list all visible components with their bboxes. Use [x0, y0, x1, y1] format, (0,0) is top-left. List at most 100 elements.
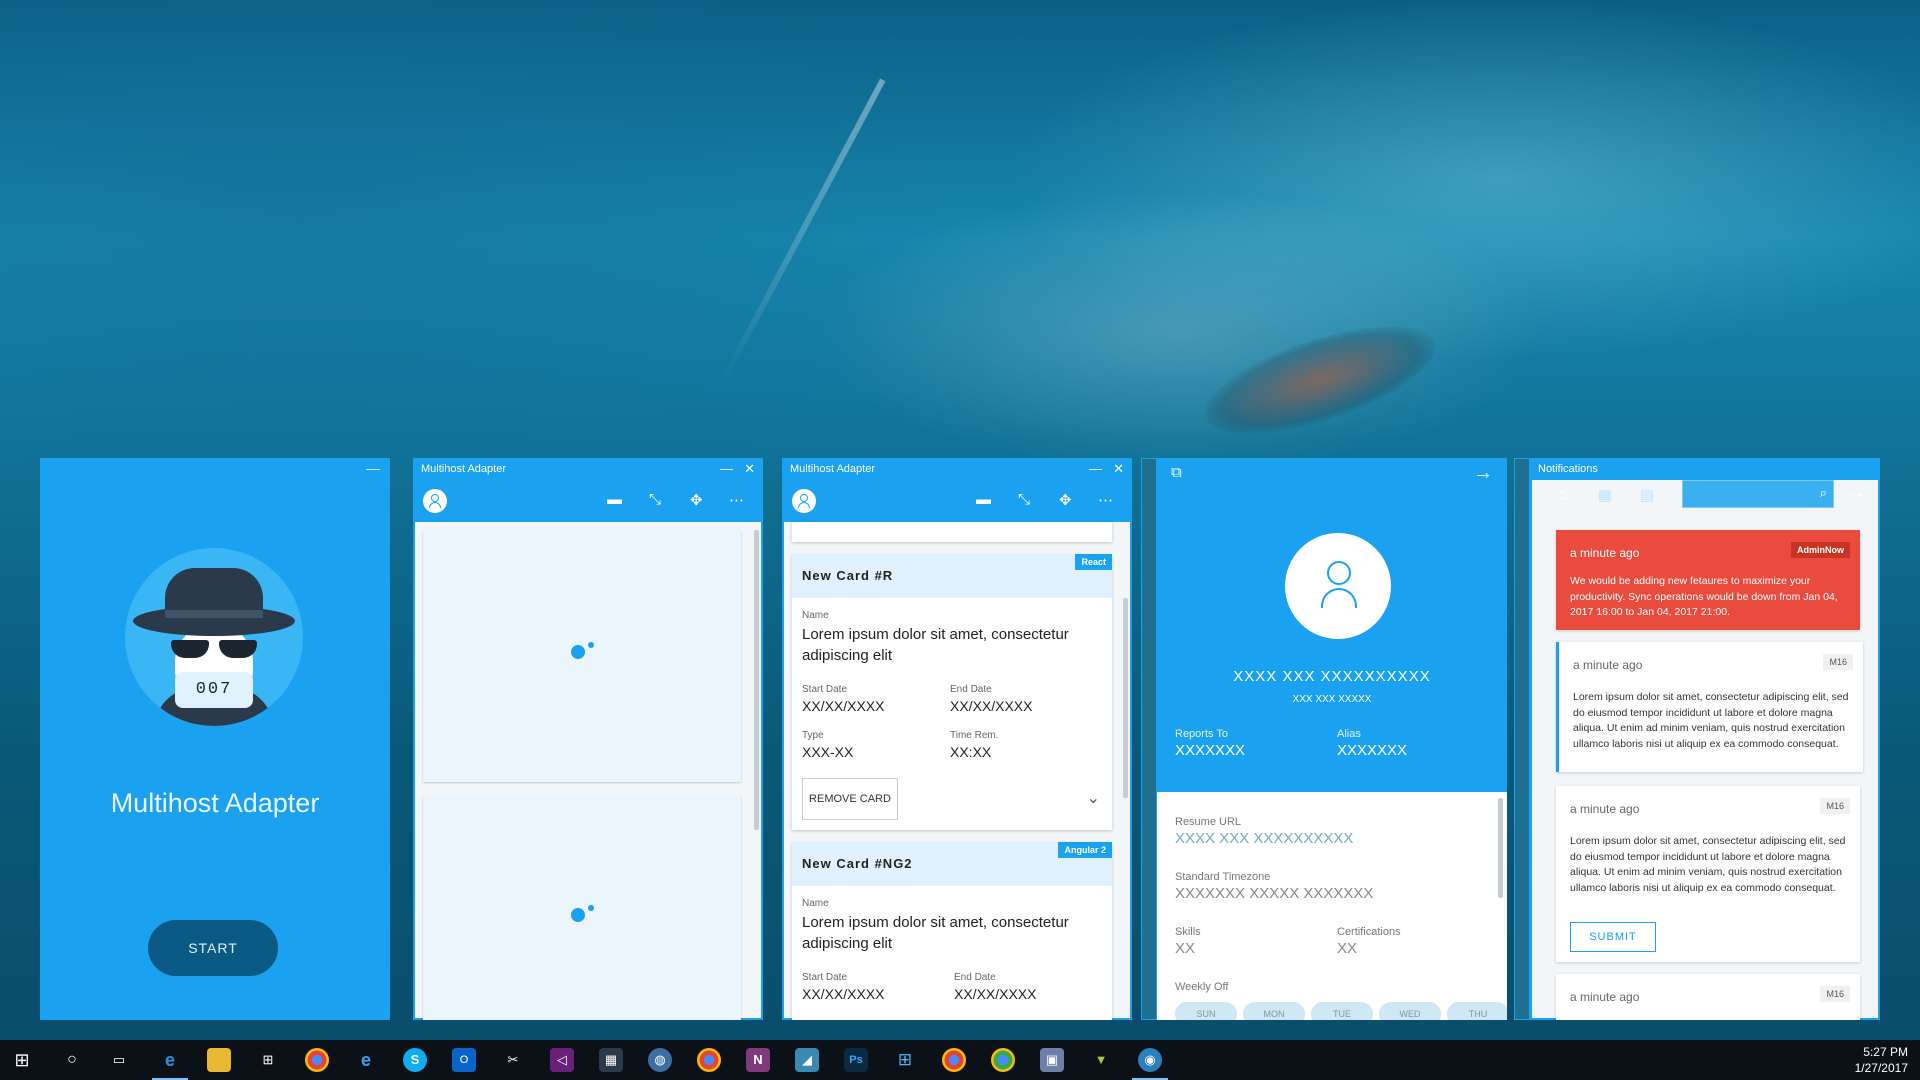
chrome-icon[interactable]	[991, 1048, 1015, 1072]
teams-icon[interactable]: ▦	[599, 1048, 623, 1072]
taskbar: ⊞ ○ ▭ e ⊞ e S O ✂ ◁ ▦ ◍ N ◢ Ps ⊞ ▣ ▼ ◉ 5…	[0, 1040, 1920, 1080]
app-toolbar: ▬ ⤡ ✥ ⋯	[413, 480, 763, 522]
name-label: Name	[802, 898, 829, 909]
arrow-right-icon[interactable]: →	[1848, 482, 1866, 503]
app-icon[interactable]: ◉	[1138, 1048, 1162, 1072]
resume-url-label: Resume URL	[1175, 816, 1242, 828]
archive-icon[interactable]: ▤	[1640, 486, 1654, 504]
notifications-window[interactable]: Notifications ⌂ ▦ ▤ ⌕ → a minute ago Adm…	[1530, 458, 1880, 1020]
arrow-right-icon[interactable]: →	[1473, 462, 1493, 485]
android-icon[interactable]: ▼	[1089, 1048, 1113, 1072]
close-icon[interactable]: ✕	[744, 458, 755, 480]
loading-spinner	[571, 908, 585, 922]
minimize-button[interactable]: —	[366, 460, 380, 476]
avatar-icon[interactable]	[423, 489, 447, 513]
ie-icon[interactable]: e	[354, 1048, 378, 1072]
splash-window[interactable]: — 007 Multihost Adapter START	[40, 458, 390, 1020]
chevron-down-icon[interactable]: ⌄	[1087, 788, 1100, 808]
chrome-icon[interactable]	[305, 1048, 329, 1072]
window-title: Multihost Adapter	[421, 463, 506, 475]
time-remaining-label: Time Rem.	[950, 730, 999, 741]
home-icon[interactable]: ⌂	[1558, 486, 1567, 503]
resume-url-value[interactable]: XXXX XXX XXXXXXXXXX	[1175, 830, 1353, 847]
start-button[interactable]: START	[148, 920, 278, 976]
windows-start-icon[interactable]: ⊞	[10, 1048, 34, 1072]
weekly-off-label: Weekly Off	[1175, 981, 1229, 993]
edge-icon[interactable]: e	[158, 1048, 182, 1072]
window-titlebar[interactable]: Multihost Adapter — ✕	[413, 458, 763, 480]
framework-badge: Angular 2	[1058, 842, 1112, 858]
minimize-icon[interactable]: —	[720, 458, 733, 480]
certifications-label: Certifications	[1337, 926, 1401, 938]
notification-time: a minute ago	[1570, 990, 1640, 1004]
chat-icon[interactable]: ▬	[976, 491, 991, 508]
minimize-icon[interactable]: —	[1089, 458, 1102, 480]
system-clock[interactable]: 5:27 PM 1/27/2017	[1855, 1044, 1908, 1076]
notification-message: Lorem ipsum dolor sit amet, consectetur …	[1570, 835, 1846, 894]
close-icon[interactable]: ✕	[1113, 458, 1124, 480]
task-view-icon[interactable]: ▭	[107, 1048, 131, 1072]
file-explorer-icon[interactable]	[207, 1048, 231, 1072]
remote-desktop-icon[interactable]: ▣	[1040, 1048, 1064, 1072]
more-icon[interactable]: ⋯	[729, 491, 744, 509]
more-icon[interactable]: ⋯	[1098, 491, 1113, 509]
collapse-icon[interactable]: ⤡	[649, 491, 661, 508]
snipping-icon[interactable]: ✂	[501, 1048, 525, 1072]
start-date-label: Start Date	[802, 684, 848, 695]
avatar-icon[interactable]	[792, 489, 816, 513]
chrome-icon[interactable]	[697, 1048, 721, 1072]
store-icon[interactable]: ⊞	[256, 1048, 280, 1072]
chat-icon[interactable]: ▬	[607, 491, 622, 508]
paint-icon[interactable]: ◢	[795, 1048, 819, 1072]
day-chip-thu[interactable]: THU	[1447, 1002, 1507, 1020]
grid-icon[interactable]: ▦	[1598, 486, 1612, 504]
profile-window[interactable]: ⧉ → XXXX XXX XXXXXXXXXX XXX XXX XXXXX Re…	[1157, 458, 1507, 1020]
chrome-icon[interactable]	[942, 1048, 966, 1072]
outlook-icon[interactable]: O	[452, 1048, 476, 1072]
move-icon[interactable]: ✥	[1059, 491, 1072, 509]
end-date-value: XX/XX/XXXX	[954, 986, 1037, 1002]
alias-label: Alias	[1337, 728, 1361, 740]
submit-button[interactable]: SUBMIT	[1570, 922, 1656, 952]
globe-icon[interactable]: ◍	[648, 1048, 672, 1072]
cards-window[interactable]: Multihost Adapter — ✕ ▬ ⤡ ✥ ⋯ New Card #…	[782, 458, 1132, 1020]
cortana-icon[interactable]: ○	[60, 1048, 84, 1072]
scrollbar[interactable]	[1123, 598, 1128, 798]
notification-source-badge: M16	[1823, 654, 1853, 670]
search-input[interactable]: ⌕	[1682, 480, 1834, 508]
scrollbar[interactable]	[1498, 798, 1503, 898]
collapse-icon[interactable]: ⤡	[1018, 491, 1030, 508]
notification-item[interactable]: a minute ago M16 Lorem ipsum dolor sit a…	[1556, 642, 1863, 772]
name-label: Name	[802, 610, 829, 621]
start-date-label: Start Date	[802, 972, 848, 983]
day-chip-mon[interactable]: MON	[1243, 1002, 1305, 1020]
window-titlebar[interactable]: Multihost Adapter — ✕	[782, 458, 1132, 480]
notification-item[interactable]: a minute ago M16 Lorem ipsum dolor sit a…	[1556, 786, 1860, 962]
diver-silhouette	[1193, 304, 1447, 456]
notification-message: Lorem ipsum dolor sit amet, consectetur …	[1573, 691, 1849, 750]
visual-studio-icon[interactable]: ◁	[550, 1048, 574, 1072]
loading-card	[423, 796, 741, 1020]
popout-icon[interactable]: ⧉	[1171, 464, 1182, 481]
alias-value: XXXXXXX	[1337, 742, 1408, 759]
search-icon[interactable]: ⌕	[1820, 485, 1827, 501]
notification-time: a minute ago	[1570, 802, 1640, 816]
day-chip-wed[interactable]: WED	[1379, 1002, 1441, 1020]
scrollbar[interactable]	[754, 530, 759, 830]
notification-item[interactable]: a minute ago AdminNow We would be adding…	[1556, 530, 1860, 630]
name-value: Lorem ipsum dolor sit amet, consectetur …	[802, 914, 1069, 952]
photoshop-icon[interactable]: Ps	[844, 1048, 868, 1072]
skype-icon[interactable]: S	[403, 1048, 427, 1072]
notification-item[interactable]: a minute ago M16	[1556, 974, 1860, 1020]
windows-icon[interactable]: ⊞	[893, 1048, 917, 1072]
day-chip-sun[interactable]: SUN	[1175, 1002, 1237, 1020]
loading-window[interactable]: Multihost Adapter — ✕ ▬ ⤡ ✥ ⋯	[413, 458, 763, 1020]
move-icon[interactable]: ✥	[690, 491, 703, 509]
end-date-value: XX/XX/XXXX	[950, 698, 1033, 714]
remove-card-button[interactable]: REMOVE CARD	[802, 778, 898, 820]
name-value: Lorem ipsum dolor sit amet, consectetur …	[802, 626, 1069, 664]
day-chip-tue[interactable]: TUE	[1311, 1002, 1373, 1020]
loading-card	[423, 530, 741, 782]
onenote-icon[interactable]: N	[746, 1048, 770, 1072]
notification-message: We would be adding new fetaures to maxim…	[1570, 575, 1838, 618]
